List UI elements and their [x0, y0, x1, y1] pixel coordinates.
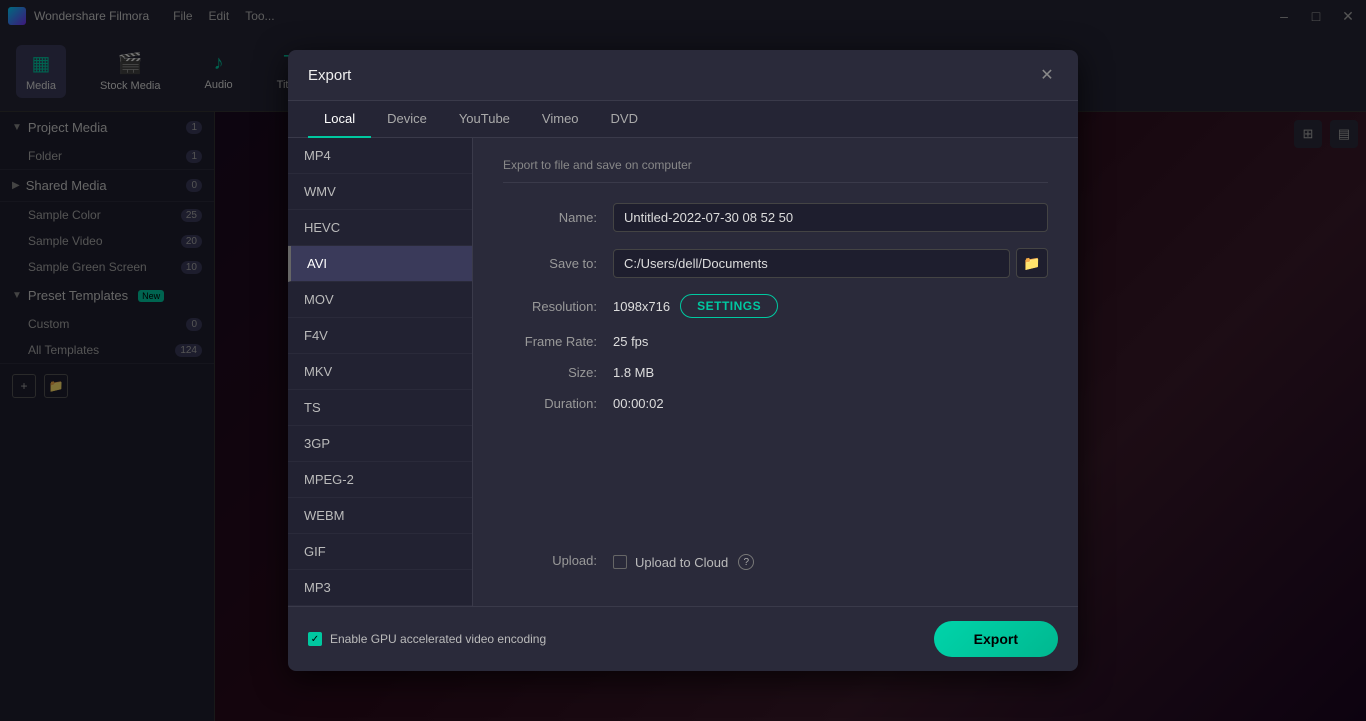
upload-cloud-label: Upload to Cloud: [635, 555, 728, 570]
format-mkv[interactable]: MKV: [288, 354, 472, 390]
upload-cloud-checkbox[interactable]: Upload to Cloud: [613, 555, 728, 570]
format-gif[interactable]: GIF: [288, 534, 472, 570]
format-3gp[interactable]: 3GP: [288, 426, 472, 462]
modal-body: MP4 WMV HEVC AVI MOV F4V MKV TS 3GP MPEG…: [288, 138, 1078, 606]
modal-tabs: Local Device YouTube Vimeo DVD: [288, 101, 1078, 138]
resolution-value: 1098x716: [613, 299, 670, 314]
tab-youtube[interactable]: YouTube: [443, 101, 526, 138]
gpu-acceleration-check: ✓ Enable GPU accelerated video encoding: [308, 632, 546, 646]
settings-spacer: [503, 427, 1048, 550]
format-mp3[interactable]: MP3: [288, 570, 472, 606]
gpu-label: Enable GPU accelerated video encoding: [330, 632, 546, 646]
format-ts[interactable]: TS: [288, 390, 472, 426]
modal-header: Export ✕: [288, 50, 1078, 101]
size-row: Size: 1.8 MB: [503, 365, 1048, 380]
name-row: Name:: [503, 203, 1048, 232]
frame-rate-value: 25 fps: [613, 334, 648, 349]
duration-label: Duration:: [503, 396, 613, 411]
modal-overlay: Export ✕ Local Device YouTube Vimeo DVD: [0, 0, 1366, 721]
format-avi[interactable]: AVI: [288, 246, 472, 282]
tab-dvd[interactable]: DVD: [595, 101, 654, 138]
upload-help-icon[interactable]: ?: [738, 554, 754, 570]
export-subtitle: Export to file and save on computer: [503, 158, 1048, 183]
size-label: Size:: [503, 365, 613, 380]
modal-close-button[interactable]: ✕: [1036, 64, 1058, 86]
frame-rate-label: Frame Rate:: [503, 334, 613, 349]
size-value: 1.8 MB: [613, 365, 654, 380]
export-button[interactable]: Export: [934, 621, 1058, 657]
modal-title: Export: [308, 67, 351, 84]
name-label: Name:: [503, 210, 613, 225]
format-f4v[interactable]: F4V: [288, 318, 472, 354]
app-window: Wondershare Filmora File Edit Too... – □…: [0, 0, 1366, 721]
save-to-input[interactable]: [613, 249, 1010, 278]
upload-row: Upload: Upload to Cloud ?: [503, 550, 1048, 570]
format-mp4[interactable]: MP4: [288, 138, 472, 174]
format-mov[interactable]: MOV: [288, 282, 472, 318]
tab-local[interactable]: Local: [308, 101, 371, 138]
resolution-label: Resolution:: [503, 299, 613, 314]
frame-rate-row: Frame Rate: 25 fps: [503, 334, 1048, 349]
duration-value: 00:00:02: [613, 396, 664, 411]
format-mpeg2[interactable]: MPEG-2: [288, 462, 472, 498]
save-to-row: Save to: 📁: [503, 248, 1048, 278]
format-hevc[interactable]: HEVC: [288, 210, 472, 246]
browse-folder-button[interactable]: 📁: [1016, 248, 1048, 278]
export-modal: Export ✕ Local Device YouTube Vimeo DVD: [288, 50, 1078, 671]
tab-device[interactable]: Device: [371, 101, 443, 138]
format-list: MP4 WMV HEVC AVI MOV F4V MKV TS 3GP MPEG…: [288, 138, 473, 606]
export-settings: Export to file and save on computer Name…: [473, 138, 1078, 606]
settings-button[interactable]: SETTINGS: [680, 294, 778, 318]
upload-label: Upload:: [503, 553, 613, 568]
resolution-row: Resolution: 1098x716 SETTINGS: [503, 294, 1048, 318]
duration-row: Duration: 00:00:02: [503, 396, 1048, 411]
save-to-label: Save to:: [503, 256, 613, 271]
name-input[interactable]: [613, 203, 1048, 232]
format-wmv[interactable]: WMV: [288, 174, 472, 210]
format-webm[interactable]: WEBM: [288, 498, 472, 534]
tab-vimeo[interactable]: Vimeo: [526, 101, 595, 138]
modal-footer: ✓ Enable GPU accelerated video encoding …: [288, 606, 1078, 671]
gpu-checkbox[interactable]: ✓: [308, 632, 322, 646]
upload-cloud-checkbox-box: [613, 555, 627, 569]
